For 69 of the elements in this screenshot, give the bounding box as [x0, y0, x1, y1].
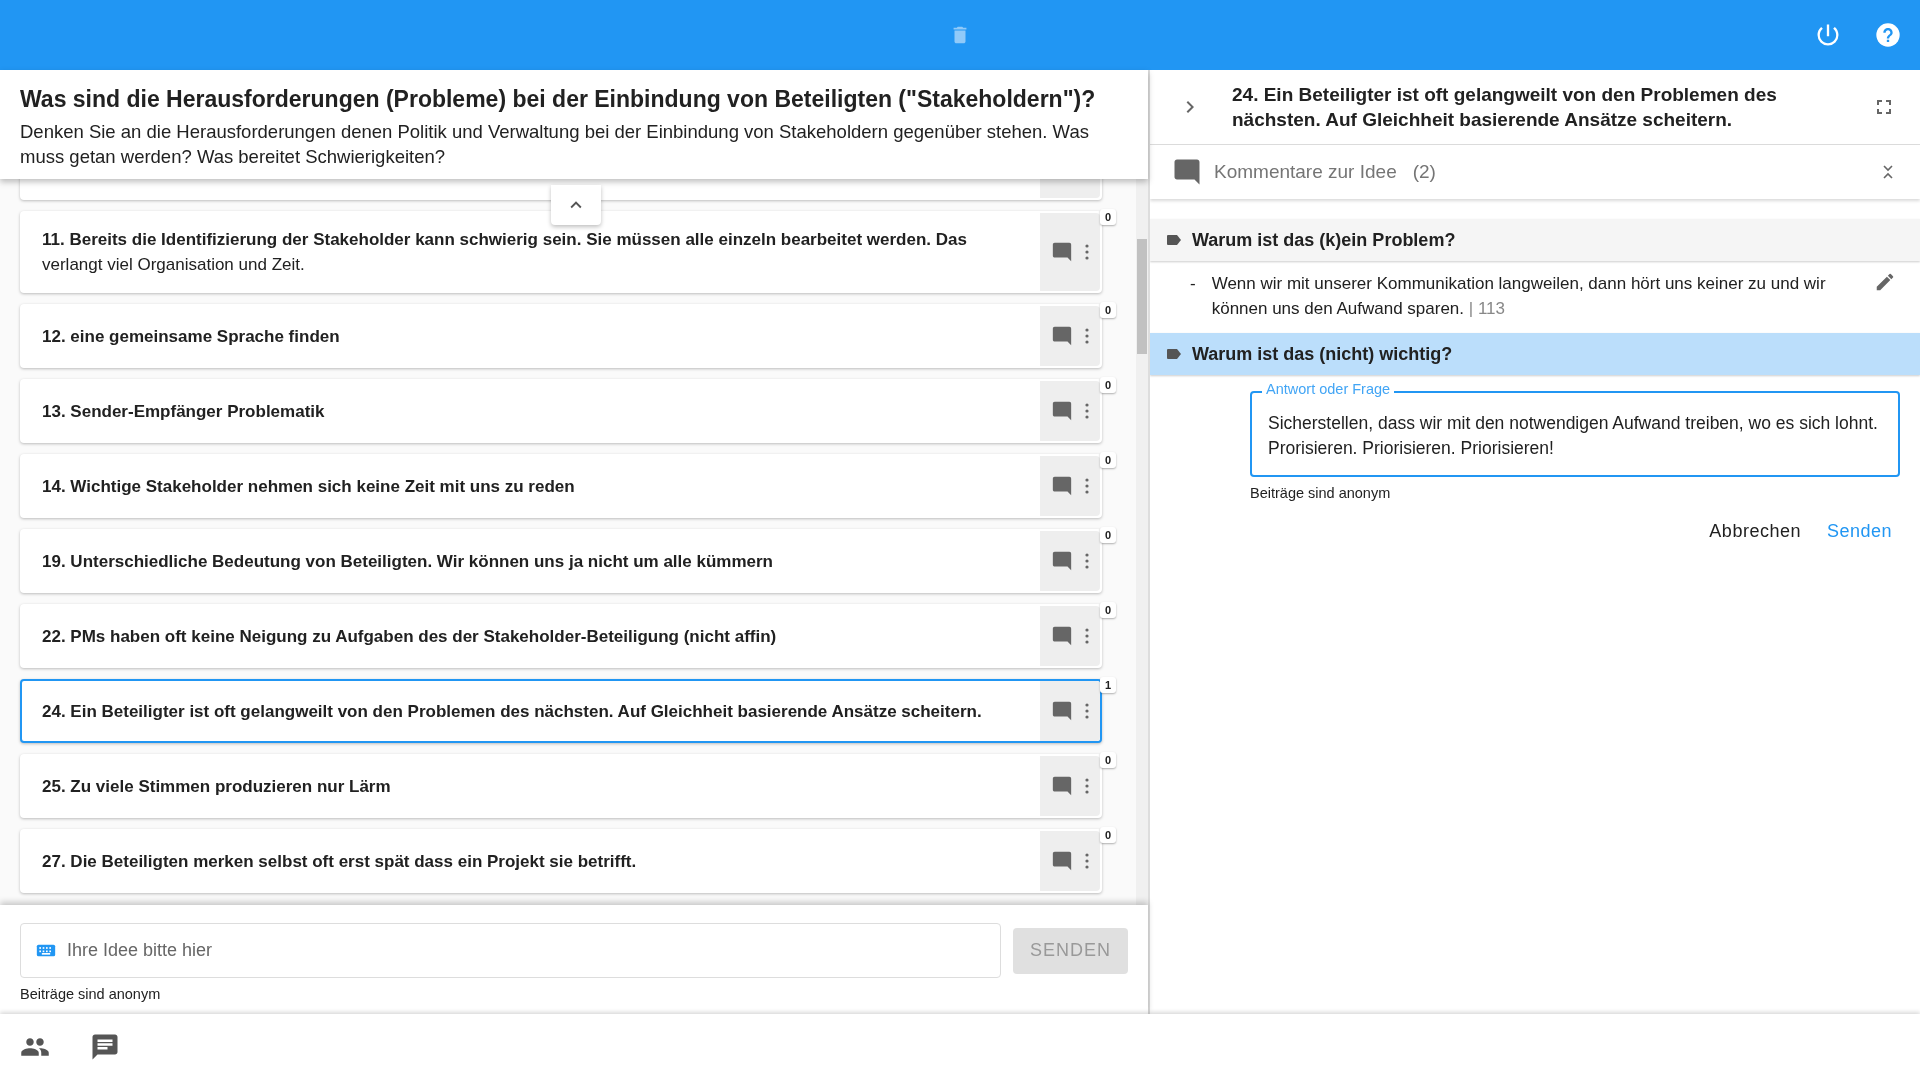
cancel-button[interactable]: Abbrechen [1701, 513, 1809, 550]
comment-count: 0 [1099, 527, 1116, 543]
question-description: Denken Sie an die Herausforderungen denen Politik und Verwaltung bei der Einbindung von Stakeholdern gegenüber stehen. Was muss getan werden? Was bereitet Schwierigkeiten? [20, 120, 1090, 169]
help-icon[interactable] [1874, 21, 1902, 49]
bullet: - [1190, 273, 1196, 295]
more-icon[interactable] [1085, 328, 1089, 344]
comment-count: 0 [1099, 752, 1116, 768]
idea-text: 12. eine gemeinsame Sprache finden [41, 325, 341, 348]
comment-icon[interactable] [1051, 625, 1073, 647]
anonymity-note: Beiträge sind anonym [1250, 485, 1392, 501]
idea-card[interactable]: 19. Unterschiedliche Bedeutung von Beteiligten. Wir können uns ja nicht um alle kümmern [20, 529, 1102, 593]
comment-count: 0 [1099, 302, 1116, 318]
comment-icon[interactable] [1051, 325, 1073, 347]
comment-count: 0 [1099, 602, 1116, 618]
question-row[interactable]: Warum ist das (k)ein Problem? [1150, 219, 1920, 261]
idea-card[interactable]: 13. Sender-Empfänger Problematik [20, 379, 1102, 443]
comment-count: 0 [1099, 827, 1116, 843]
comment-count: 1 [1099, 677, 1116, 693]
comment-icon[interactable] [1051, 700, 1073, 722]
collapse-icon[interactable] [1882, 164, 1894, 180]
idea-text: 22. PMs haben oft keine Neigung zu Aufgaben des der Stakeholder-Beteiligung (nicht affin) [41, 625, 778, 648]
question-title: Was sind die Herausforderungen (Probleme) bei der Einbindung von Beteiligten ("Stakeholdern")? [20, 86, 1097, 113]
idea-card[interactable]: 27. Die Beteiligten merken selbst oft erst spät dass ein Projekt sie betrifft. [20, 829, 1102, 893]
more-icon[interactable] [1085, 628, 1089, 644]
more-icon[interactable] [1085, 403, 1089, 419]
comments-count: (2) [1412, 161, 1436, 183]
comment-count: 0 [1099, 377, 1116, 393]
scrollbar[interactable] [1136, 179, 1148, 905]
question-text: Warum ist das (nicht) wichtig? [1192, 343, 1453, 365]
question-row[interactable]: Warum ist das (nicht) wichtig? [1150, 333, 1920, 375]
comment-icon[interactable] [1051, 775, 1073, 797]
anonymity-note: Beiträge sind anonym [20, 986, 162, 1002]
comment-text: Wenn wir mit unserer Kommunikation langweilen, dann hört uns keiner zu und wir können uns den Aufwand sparen. | 113 [1211, 273, 1827, 320]
comment-icon[interactable] [1051, 475, 1073, 497]
comment-icon[interactable] [1051, 850, 1073, 872]
idea-card[interactable]: 24. Ein Beteiligter ist oft gelangweilt von den Problemen des nächsten. Auf Gleichheit basierende Ansätze scheitern. [20, 679, 1102, 743]
more-icon[interactable] [1085, 553, 1089, 569]
idea-title: 24. Ein Beteiligter ist oft gelangweilt von den Problemen des nächsten. Auf Gleichheit basierende Ansätze scheitern. [1232, 83, 1778, 132]
comment-icon [1172, 157, 1202, 187]
label-icon [1166, 348, 1182, 360]
idea-card[interactable]: 14. Wichtige Stakeholder nehmen sich keine Zeit mit uns zu reden [20, 454, 1102, 518]
idea-text: 27. Die Beteiligten merken selbst oft erst spät dass ein Projekt sie betrifft. [41, 850, 638, 873]
idea-text: 25. Zu viele Stimmen produzieren nur Lärm [41, 775, 392, 798]
more-icon[interactable] [1085, 853, 1089, 869]
idea-text: 11. Bereits die Identifizierung der Stakeholder kann schwierig sein. Sie müssen alle einzeln bearbeitet werden. Das verlangt viel Organisation und Zeit. [41, 229, 968, 276]
comment-icon[interactable] [1051, 400, 1073, 422]
comment-count: 0 [1099, 209, 1116, 225]
idea-text: 19. Unterschiedliche Bedeutung von Beteiligten. Wir können uns ja nicht um alle kümmern [41, 550, 774, 573]
comment-icon[interactable] [1051, 550, 1073, 572]
label-icon [1166, 234, 1182, 246]
comments-label: Kommentare zur Idee [1214, 161, 1397, 183]
idea-text: 14. Wichtige Stakeholder nehmen sich keine Zeit mit uns zu reden [41, 475, 576, 498]
more-icon[interactable] [1085, 244, 1089, 260]
chat-icon[interactable] [90, 1032, 120, 1062]
field-label: Antwort oder Frage [1262, 381, 1395, 397]
more-icon[interactable] [1085, 778, 1089, 794]
idea-card[interactable]: 11. Bereits die Identifizierung der Stakeholder kann schwierig sein. Sie müssen alle einzeln bearbeitet werden. Das verlangt viel Organisation und Zeit. [20, 211, 1102, 293]
idea-card[interactable]: 25. Zu viele Stimmen produzieren nur Lärm [20, 754, 1102, 818]
more-icon[interactable] [1085, 703, 1089, 719]
idea-text: 13. Sender-Empfänger Problematik [41, 400, 326, 423]
idea-card[interactable]: 12. eine gemeinsame Sprache finden [20, 304, 1102, 368]
comment-count: 0 [1099, 452, 1116, 468]
idea-text: 24. Ein Beteiligter ist oft gelangweilt von den Problemen des nächsten. Auf Gleichheit basierende Ansätze scheitern. [41, 700, 983, 723]
comment-icon[interactable] [1051, 241, 1073, 263]
idea-card[interactable]: 22. PMs haben oft keine Neigung zu Aufgaben des der Stakeholder-Beteiligung (nicht affin) [20, 604, 1102, 668]
comments-header[interactable]: Kommentare zur Idee (2) [1150, 145, 1920, 199]
more-icon[interactable] [1085, 478, 1089, 494]
edit-icon[interactable] [1874, 271, 1896, 293]
question-text: Warum ist das (k)ein Problem? [1192, 229, 1456, 251]
